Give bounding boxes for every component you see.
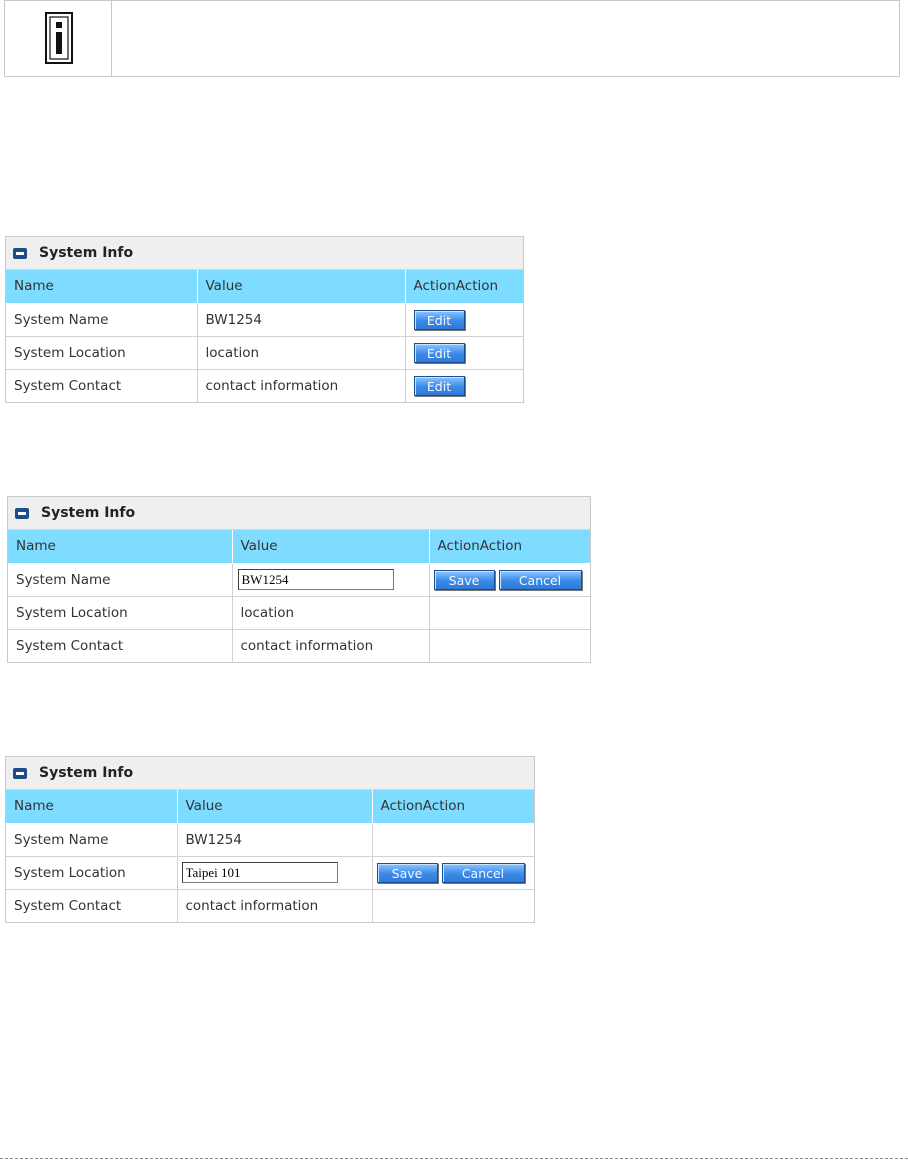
row-action: Save Cancel	[429, 563, 590, 597]
panel-title-icon	[13, 247, 27, 259]
note-text	[112, 1, 899, 76]
row-action: Edit	[405, 369, 523, 402]
info-icon	[45, 12, 73, 64]
column-header-action: ActionAction	[372, 790, 534, 824]
panel-title-bar: System Info	[6, 757, 534, 790]
edit-button[interactable]: Edit	[413, 342, 465, 363]
column-header-value: Value	[197, 270, 406, 304]
row-name: System Contact	[8, 629, 233, 662]
column-header-value: Value	[177, 790, 373, 824]
panel-title-icon	[15, 507, 29, 519]
cancel-button[interactable]: Cancel	[498, 569, 582, 590]
row-value: BW1254	[197, 303, 406, 337]
row-action	[429, 629, 590, 662]
row-value: location	[197, 336, 406, 370]
row-name: System Name	[8, 563, 233, 597]
system-info-table: Name Value ActionAction System Name BW12…	[6, 270, 523, 402]
row-value: contact information	[177, 889, 373, 922]
table-row: System Name BW1254 Edit	[6, 303, 523, 337]
row-value	[177, 856, 373, 890]
row-name: System Name	[6, 303, 198, 337]
row-value: BW1254	[177, 823, 373, 857]
row-action	[372, 889, 534, 922]
note-icon-cell	[5, 1, 112, 76]
column-header-name: Name	[6, 790, 178, 824]
table-row: System Name BW1254	[6, 823, 534, 857]
column-header-value: Value	[232, 530, 430, 564]
row-action	[372, 823, 534, 857]
system-info-table: Name Value ActionAction System Name BW12…	[6, 790, 534, 922]
column-header-action: ActionAction	[429, 530, 590, 564]
panel-title-icon	[13, 767, 27, 779]
row-action: Edit	[405, 336, 523, 370]
row-name: System Name	[6, 823, 178, 857]
system-location-input[interactable]	[181, 862, 338, 883]
table-row: System Location location Edit	[6, 336, 523, 370]
table-row: System Contact contact information Edit	[6, 369, 523, 402]
system-info-panel: System Info Name Value ActionAction Syst…	[5, 756, 535, 923]
row-value	[232, 563, 430, 597]
row-name: System Location	[8, 596, 233, 630]
column-header-action: ActionAction	[405, 270, 523, 304]
table-header-row: Name Value ActionAction	[8, 530, 590, 564]
row-name: System Contact	[6, 889, 178, 922]
edit-button[interactable]: Edit	[413, 309, 465, 330]
row-value: contact information	[197, 369, 406, 402]
table-header-row: Name Value ActionAction	[6, 790, 534, 824]
column-header-name: Name	[6, 270, 198, 304]
panel-title: System Info	[39, 245, 134, 261]
row-value: location	[232, 596, 430, 630]
panel-title: System Info	[41, 505, 136, 521]
table-header-row: Name Value ActionAction	[6, 270, 523, 304]
row-value: contact information	[232, 629, 430, 662]
system-info-table: Name Value ActionAction System Name Save…	[8, 530, 590, 662]
system-info-panel: System Info Name Value ActionAction Syst…	[5, 236, 524, 403]
footer-divider	[0, 1158, 908, 1159]
edit-button[interactable]: Edit	[413, 375, 465, 396]
cancel-button[interactable]: Cancel	[441, 862, 525, 883]
row-action: Save Cancel	[372, 856, 534, 890]
table-row: System Name SaveCancel	[8, 563, 590, 597]
table-row: System Contact contact information	[8, 629, 590, 662]
system-info-panel: System Info Name Value ActionAction Syst…	[7, 496, 591, 663]
row-name: System Location	[6, 336, 198, 370]
row-name: System Contact	[6, 369, 198, 402]
table-row: System Location location	[8, 596, 590, 630]
save-button[interactable]: Save	[433, 569, 495, 590]
column-header-name: Name	[8, 530, 233, 564]
system-name-input[interactable]	[237, 569, 394, 590]
row-action: Edit	[405, 303, 523, 337]
panel-title-bar: System Info	[8, 497, 590, 530]
table-row: System Contact contact information	[6, 889, 534, 922]
save-button[interactable]: Save	[376, 862, 438, 883]
row-name: System Location	[6, 856, 178, 890]
info-note	[4, 0, 900, 77]
row-action	[429, 596, 590, 630]
table-row: System Location SaveCancel	[6, 856, 534, 890]
panel-title-bar: System Info	[6, 237, 523, 270]
panel-title: System Info	[39, 765, 134, 781]
